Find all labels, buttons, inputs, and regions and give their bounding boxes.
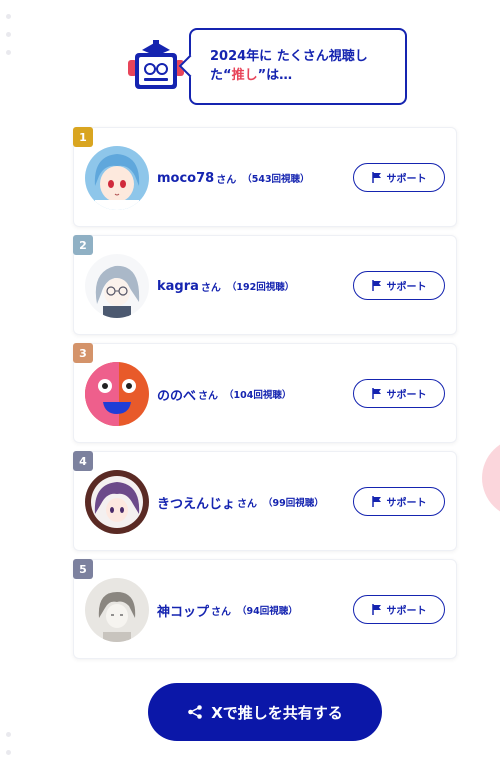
user-name[interactable]: moco78 — [157, 171, 214, 186]
support-button[interactable]: サポート — [353, 271, 445, 300]
flag-icon — [371, 604, 381, 615]
support-button[interactable]: サポート — [353, 487, 445, 516]
edge-dot — [6, 32, 11, 37]
view-count: （94回視聴） — [237, 606, 298, 617]
support-button-label: サポート — [386, 498, 427, 509]
user-suffix: さん — [198, 390, 219, 402]
support-button[interactable]: サポート — [353, 379, 445, 408]
speech-bubble: 2024年に たくさん視聴し た“推し”は… — [189, 28, 407, 105]
view-count: （543回視聴） — [242, 174, 310, 185]
avatar[interactable] — [85, 362, 149, 426]
ranking-card-4: 4 きつえんじょ さん （99回視聴） サポート — [73, 451, 457, 551]
rank-badge: 1 — [73, 127, 93, 147]
rank-badge: 3 — [73, 343, 93, 363]
header-line-1: 2024年に たくさん視聴し — [210, 49, 368, 64]
user-name[interactable]: ののべ — [157, 385, 196, 404]
view-count: （192回視聴） — [226, 282, 295, 293]
edge-dot — [6, 732, 11, 737]
user-name[interactable]: きつえんじょ — [157, 493, 235, 512]
user-suffix: さん — [216, 174, 237, 186]
user-suffix: さん — [200, 282, 221, 294]
avatar[interactable] — [85, 254, 149, 318]
rank-badge: 5 — [73, 559, 93, 579]
share-button-label: Xで推しを共有する — [211, 703, 343, 722]
user-name[interactable]: 神コップ — [157, 601, 209, 620]
edge-dot — [6, 14, 11, 19]
user-suffix: さん — [237, 498, 258, 510]
flag-icon — [371, 172, 381, 183]
avatar[interactable] — [85, 146, 149, 210]
support-button[interactable]: サポート — [353, 163, 445, 192]
mascot-robot-icon — [128, 40, 184, 92]
rank-badge: 2 — [73, 235, 93, 255]
user-suffix: さん — [211, 606, 232, 618]
header-line-2: た“推し”は… — [210, 68, 293, 83]
avatar[interactable] — [85, 470, 149, 534]
ranking-card-1: 1 moco78 さん （543回視聴） サポート — [73, 127, 457, 227]
support-button-label: サポート — [386, 174, 427, 185]
ranking-card-5: 5 神コップ さん （94回視聴） サポート — [73, 559, 457, 659]
flag-icon — [371, 496, 381, 507]
view-count: （99回視聴） — [263, 498, 324, 509]
rank-badge: 4 — [73, 451, 93, 471]
support-button-label: サポート — [386, 390, 427, 401]
share-on-x-button[interactable]: Xで推しを共有する — [148, 683, 382, 741]
support-button[interactable]: サポート — [353, 595, 445, 624]
ranking-card-2: 2 kagra さん （192回視聴） サポート — [73, 235, 457, 335]
user-name[interactable]: kagra — [157, 279, 199, 294]
header-highlight: 推し — [231, 68, 258, 83]
edge-dot — [6, 50, 11, 55]
side-decoration — [482, 438, 500, 518]
view-count: （104回視聴） — [224, 390, 292, 401]
ranking-card-3: 3 ののべ さん （104回視聴） サポート — [73, 343, 457, 443]
support-button-label: サポート — [386, 282, 427, 293]
edge-dot — [6, 750, 11, 755]
avatar[interactable] — [85, 578, 149, 642]
share-icon — [188, 705, 203, 719]
header-text: 2024年に たくさん視聴し た“推し”は… — [210, 47, 405, 85]
flag-icon — [371, 388, 381, 399]
support-button-label: サポート — [386, 606, 427, 617]
flag-icon — [371, 280, 381, 291]
